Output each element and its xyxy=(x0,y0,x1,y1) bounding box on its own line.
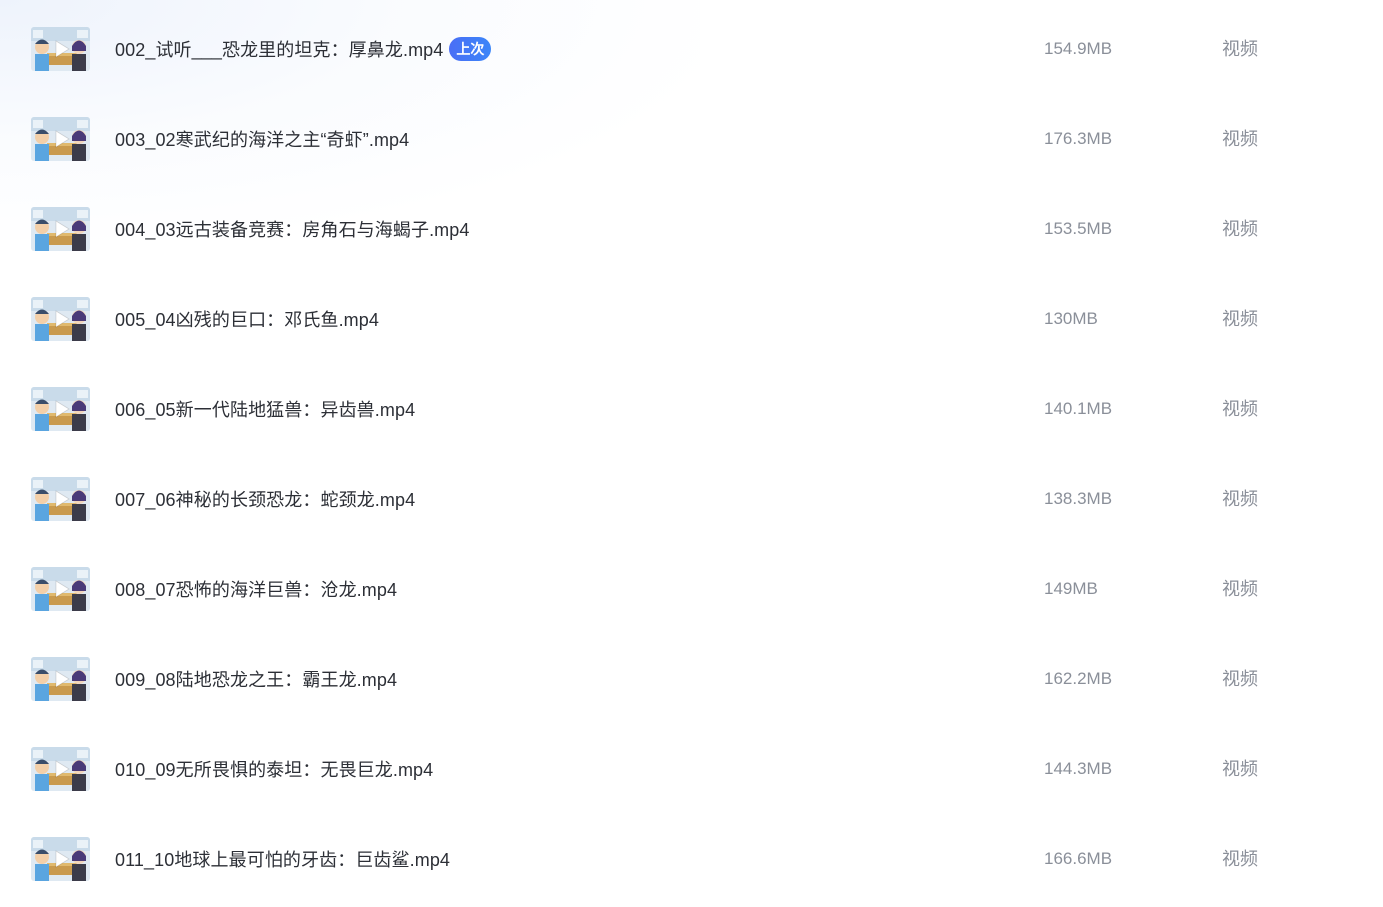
file-title-group: 005_04凶残的巨口：邓氏鱼.mp4 xyxy=(115,274,379,364)
file-title-group: 011_10地球上最可怕的牙齿：巨齿鲨.mp4 xyxy=(115,814,450,904)
file-row[interactable]: 011_10地球上最可怕的牙齿：巨齿鲨.mp4 166.6MB 视频 xyxy=(0,814,1383,904)
file-type: 视频 xyxy=(1222,129,1258,149)
file-row[interactable]: 007_06神秘的长颈恐龙：蛇颈龙.mp4 138.3MB 视频 xyxy=(0,454,1383,544)
file-size: 166.6MB xyxy=(1044,849,1113,868)
file-row[interactable]: 003_02寒武纪的海洋之主“奇虾”.mp4 176.3MB 视频 xyxy=(0,94,1383,184)
play-icon xyxy=(55,310,70,328)
file-row[interactable]: 010_09无所畏惧的泰坦：无畏巨龙.mp4 144.3MB 视频 xyxy=(0,724,1383,814)
file-type: 视频 xyxy=(1222,39,1258,59)
play-icon xyxy=(55,670,70,688)
play-icon xyxy=(55,220,70,238)
file-title-group: 002_试听___恐龙里的坦克：厚鼻龙.mp4 上次 xyxy=(115,4,492,94)
file-type: 视频 xyxy=(1222,669,1258,689)
file-type: 视频 xyxy=(1222,849,1258,869)
video-thumbnail xyxy=(31,657,90,701)
file-size: 149MB xyxy=(1044,579,1098,598)
file-name[interactable]: 003_02寒武纪的海洋之主“奇虾”.mp4 xyxy=(115,126,409,152)
file-name[interactable]: 002_试听___恐龙里的坦克：厚鼻龙.mp4 xyxy=(115,36,443,62)
file-title-group: 003_02寒武纪的海洋之主“奇虾”.mp4 xyxy=(115,94,409,184)
file-name[interactable]: 009_08陆地恐龙之王：霸王龙.mp4 xyxy=(115,666,397,692)
file-list: 002_试听___恐龙里的坦克：厚鼻龙.mp4 上次 154.9MB 视频 00… xyxy=(0,4,1383,904)
video-thumbnail xyxy=(31,477,90,521)
file-name[interactable]: 005_04凶残的巨口：邓氏鱼.mp4 xyxy=(115,306,379,332)
video-thumbnail xyxy=(31,387,90,431)
file-row[interactable]: 005_04凶残的巨口：邓氏鱼.mp4 130MB 视频 xyxy=(0,274,1383,364)
file-name[interactable]: 007_06神秘的长颈恐龙：蛇颈龙.mp4 xyxy=(115,486,415,512)
play-icon xyxy=(55,580,70,598)
video-thumbnail xyxy=(31,207,90,251)
play-icon xyxy=(55,850,70,868)
file-name[interactable]: 010_09无所畏惧的泰坦：无畏巨龙.mp4 xyxy=(115,756,433,782)
play-icon xyxy=(55,40,70,58)
file-title-group: 007_06神秘的长颈恐龙：蛇颈龙.mp4 xyxy=(115,454,415,544)
file-title-group: 006_05新一代陆地猛兽：异齿兽.mp4 xyxy=(115,364,415,454)
file-title-group: 010_09无所畏惧的泰坦：无畏巨龙.mp4 xyxy=(115,724,433,814)
file-title-group: 008_07恐怖的海洋巨兽：沧龙.mp4 xyxy=(115,544,397,634)
file-size: 140.1MB xyxy=(1044,399,1113,418)
file-row[interactable]: 004_03远古装备竞赛：房角石与海蝎子.mp4 153.5MB 视频 xyxy=(0,184,1383,274)
video-thumbnail xyxy=(31,297,90,341)
play-icon xyxy=(55,400,70,418)
file-size: 154.9MB xyxy=(1044,39,1113,58)
file-name[interactable]: 011_10地球上最可怕的牙齿：巨齿鲨.mp4 xyxy=(115,846,450,872)
file-name[interactable]: 006_05新一代陆地猛兽：异齿兽.mp4 xyxy=(115,396,415,422)
video-thumbnail xyxy=(31,837,90,881)
file-size: 176.3MB xyxy=(1044,129,1113,148)
play-icon xyxy=(55,760,70,778)
file-type: 视频 xyxy=(1222,219,1258,239)
file-row[interactable]: 009_08陆地恐龙之王：霸王龙.mp4 162.2MB 视频 xyxy=(0,634,1383,724)
play-icon xyxy=(55,130,70,148)
file-size: 153.5MB xyxy=(1044,219,1113,238)
video-thumbnail xyxy=(31,567,90,611)
file-type: 视频 xyxy=(1222,399,1258,419)
file-title-group: 009_08陆地恐龙之王：霸王龙.mp4 xyxy=(115,634,397,724)
file-type: 视频 xyxy=(1222,309,1258,329)
file-row[interactable]: 008_07恐怖的海洋巨兽：沧龙.mp4 149MB 视频 xyxy=(0,544,1383,634)
file-type: 视频 xyxy=(1222,579,1258,599)
file-row[interactable]: 006_05新一代陆地猛兽：异齿兽.mp4 140.1MB 视频 xyxy=(0,364,1383,454)
file-name[interactable]: 004_03远古装备竞赛：房角石与海蝎子.mp4 xyxy=(115,216,469,242)
file-row[interactable]: 002_试听___恐龙里的坦克：厚鼻龙.mp4 上次 154.9MB 视频 xyxy=(0,4,1383,94)
file-name[interactable]: 008_07恐怖的海洋巨兽：沧龙.mp4 xyxy=(115,576,397,602)
play-icon xyxy=(55,490,70,508)
last-watched-badge: 上次 xyxy=(449,37,492,61)
video-thumbnail xyxy=(31,27,90,71)
file-size: 138.3MB xyxy=(1044,489,1113,508)
video-thumbnail xyxy=(31,747,90,791)
file-title-group: 004_03远古装备竞赛：房角石与海蝎子.mp4 xyxy=(115,184,469,274)
file-size: 162.2MB xyxy=(1044,669,1113,688)
file-type: 视频 xyxy=(1222,489,1258,509)
file-size: 130MB xyxy=(1044,309,1098,328)
file-type: 视频 xyxy=(1222,759,1258,779)
file-size: 144.3MB xyxy=(1044,759,1113,778)
video-thumbnail xyxy=(31,117,90,161)
